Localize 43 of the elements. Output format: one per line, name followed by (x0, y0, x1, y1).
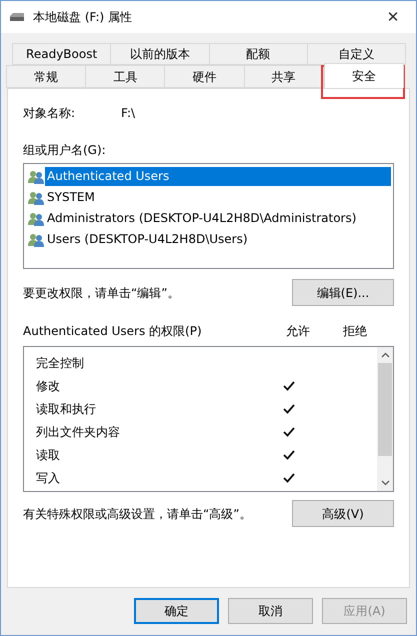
users-icon (28, 170, 44, 184)
user-list[interactable]: Authenticated Users SYSTEM Administrators (DESKTOP-U4L2H8D\Administrators) Users (DESKTOP-U4L2H8D\Users) (23, 163, 394, 269)
tab[interactable]: 配额 (208, 43, 308, 65)
scroll-up-icon[interactable] (380, 352, 390, 358)
permission-name: 读取和执行 (35, 400, 97, 418)
users-icon (28, 190, 44, 204)
window-title: 本地磁盘 (F:) 属性 (33, 9, 132, 26)
tab[interactable]: 工具 (85, 65, 166, 88)
groups-label: 组或用户名(G): (23, 142, 107, 159)
tab[interactable]: ReadyBoost (12, 43, 112, 65)
dialog-button[interactable]: 确定 (134, 598, 219, 624)
allow-header: 允许 (285, 323, 311, 340)
drive-icon (9, 13, 25, 21)
permission-name: 列出文件夹内容 (35, 424, 121, 440)
users-icon (28, 212, 44, 226)
scroll-thumb[interactable] (378, 363, 392, 456)
tab[interactable]: 自定义 (306, 43, 406, 65)
edit-hint: 要更改权限，请单击“编辑”。 (23, 284, 180, 302)
object-name-label: 对象名称: (23, 105, 76, 122)
permission-name: 修改 (35, 378, 61, 394)
user-item[interactable]: Administrators (DESKTOP-U4L2H8D\Administrators) (45, 209, 391, 228)
user-item[interactable]: SYSTEM (45, 188, 391, 207)
dialog-button[interactable]: 取消 (228, 598, 313, 624)
object-name-value: F:\ (121, 105, 136, 122)
tab[interactable]: 常规 (6, 65, 86, 88)
users-icon (28, 232, 44, 246)
scrollbar[interactable] (377, 347, 393, 491)
tab[interactable]: 共享 (244, 65, 324, 88)
user-item[interactable]: Authenticated Users (45, 167, 391, 186)
close-button[interactable]: ✕ (378, 3, 408, 31)
tab[interactable]: 以前的版本 (110, 43, 210, 65)
permissions-label: Authenticated Users 的权限(P) (23, 323, 203, 340)
advanced-button[interactable]: 高级(V) (292, 500, 394, 527)
tab[interactable]: 安全 (324, 63, 404, 88)
edit-button[interactable]: 编辑(E)... (292, 279, 394, 306)
deny-header: 拒绝 (342, 323, 368, 340)
permission-name: 读取 (35, 446, 61, 464)
tab[interactable]: 硬件 (164, 65, 245, 88)
permission-name: 完全控制 (35, 354, 85, 372)
user-item[interactable]: Users (DESKTOP-U4L2H8D\Users) (45, 230, 391, 249)
advanced-hint: 有关特殊权限或高级设置，请单击“高级”。 (23, 506, 252, 522)
permission-name: 写入 (35, 470, 61, 486)
scroll-down-icon[interactable] (380, 480, 390, 486)
